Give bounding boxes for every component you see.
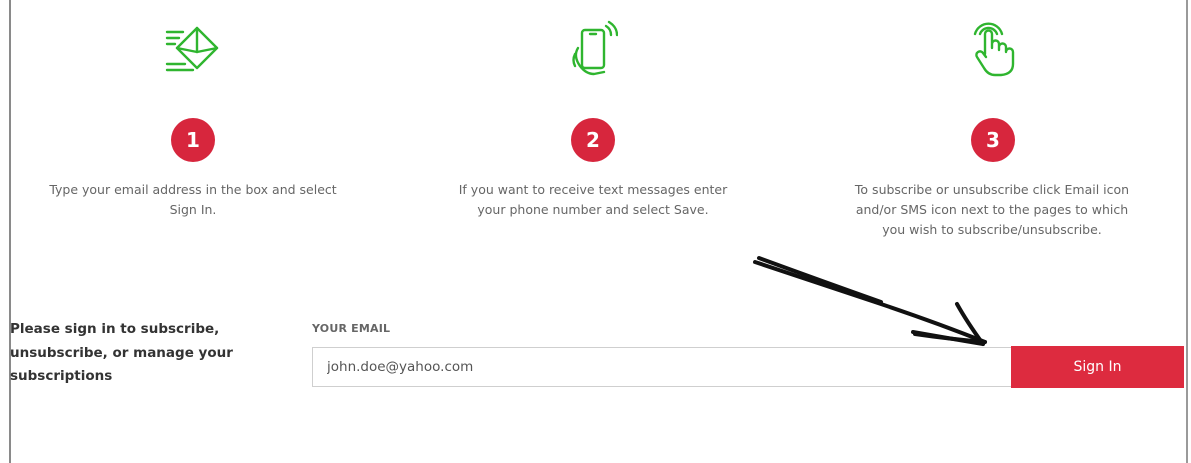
step-3-text-line: and/or SMS icon next to the pages to whi… [855,202,1129,217]
step-1-text: Type your email address in the box and s… [43,180,343,220]
hand-drawn-arrow-icon [753,256,987,346]
left-border [9,0,11,463]
step-2-badge: 2 [571,118,615,162]
step-2-text: If you want to receive text messages ent… [443,180,743,220]
email-label: YOUR EMAIL [312,322,391,335]
step-1-badge: 1 [171,118,215,162]
signin-prompt-line: subscriptions [10,368,113,384]
step-1-text-line: Sign In. [169,202,217,217]
signin-prompt-line: unsubscribe, or manage your [10,344,233,361]
step-2-text-line: If you want to receive text messages ent… [458,182,728,197]
step-2-text-line: your phone number and select Save. [477,202,709,217]
mobile-phone-icon [572,20,618,76]
step-3-text-line: To subscribe or unsubscribe click Email … [854,182,1130,197]
email-input[interactable] [312,347,1012,387]
step-3-text-line: you wish to subscribe/unsubscribe. [882,222,1102,237]
email-envelope-icon [165,26,219,72]
signin-prompt-line: Please sign in to subscribe, [10,321,220,337]
step-1-text-line: Type your email address in the box and s… [49,182,337,197]
sign-in-button[interactable]: Sign In [1011,346,1184,388]
signin-prompt: Please sign in to subscribe, unsubscribe… [10,318,250,389]
step-3-badge: 3 [971,118,1015,162]
step-3-text: To subscribe or unsubscribe click Email … [842,180,1142,240]
tap-hand-icon [973,22,1015,77]
right-border [1186,0,1188,463]
